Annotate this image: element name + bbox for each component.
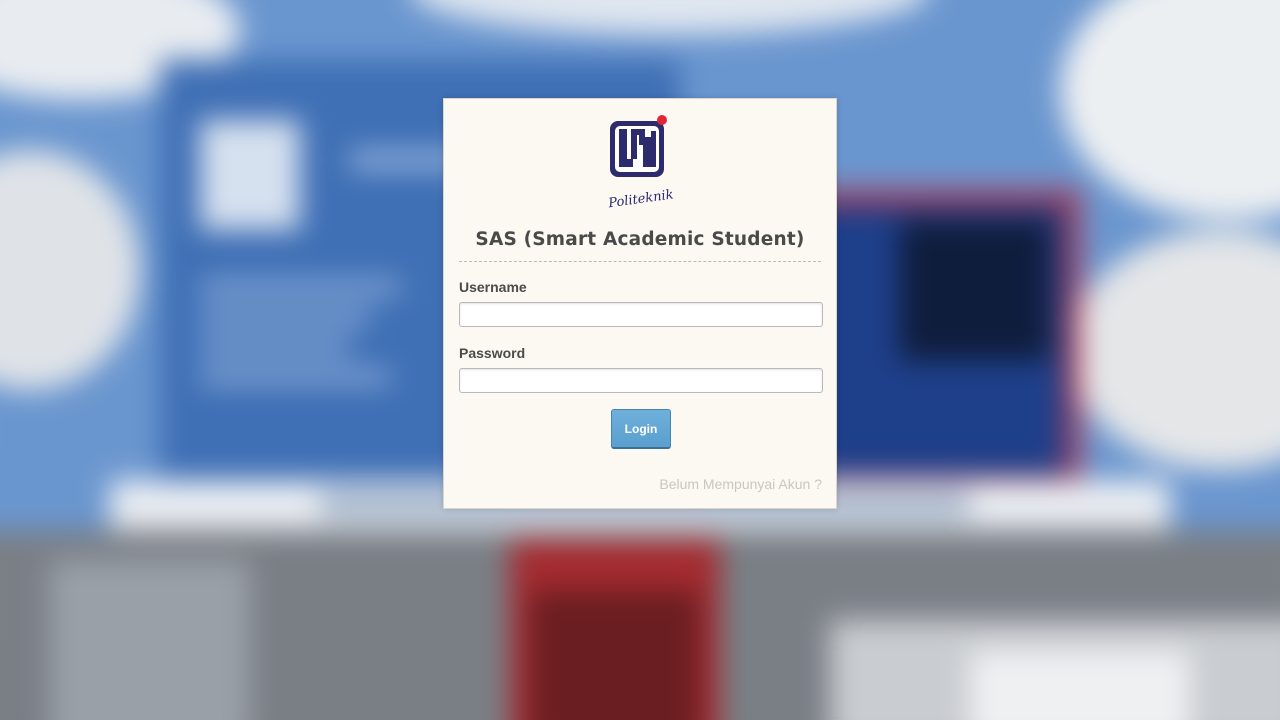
login-card: Politeknik SAS (Smart Academic Student) … (443, 98, 837, 509)
username-label: Username (459, 279, 527, 295)
title-divider (459, 261, 821, 262)
password-input[interactable] (459, 368, 823, 393)
password-label: Password (459, 345, 526, 361)
page-title: SAS (Smart Academic Student) (475, 229, 805, 250)
register-link[interactable]: Belum Mempunyai Akun ? (659, 476, 822, 492)
login-button[interactable]: Login (611, 409, 671, 449)
svg-text:Politeknik: Politeknik (606, 187, 674, 211)
lp3i-politeknik-logo-icon: Politeknik (606, 115, 675, 212)
logo: Politeknik (444, 113, 836, 213)
username-input[interactable] (459, 302, 823, 327)
